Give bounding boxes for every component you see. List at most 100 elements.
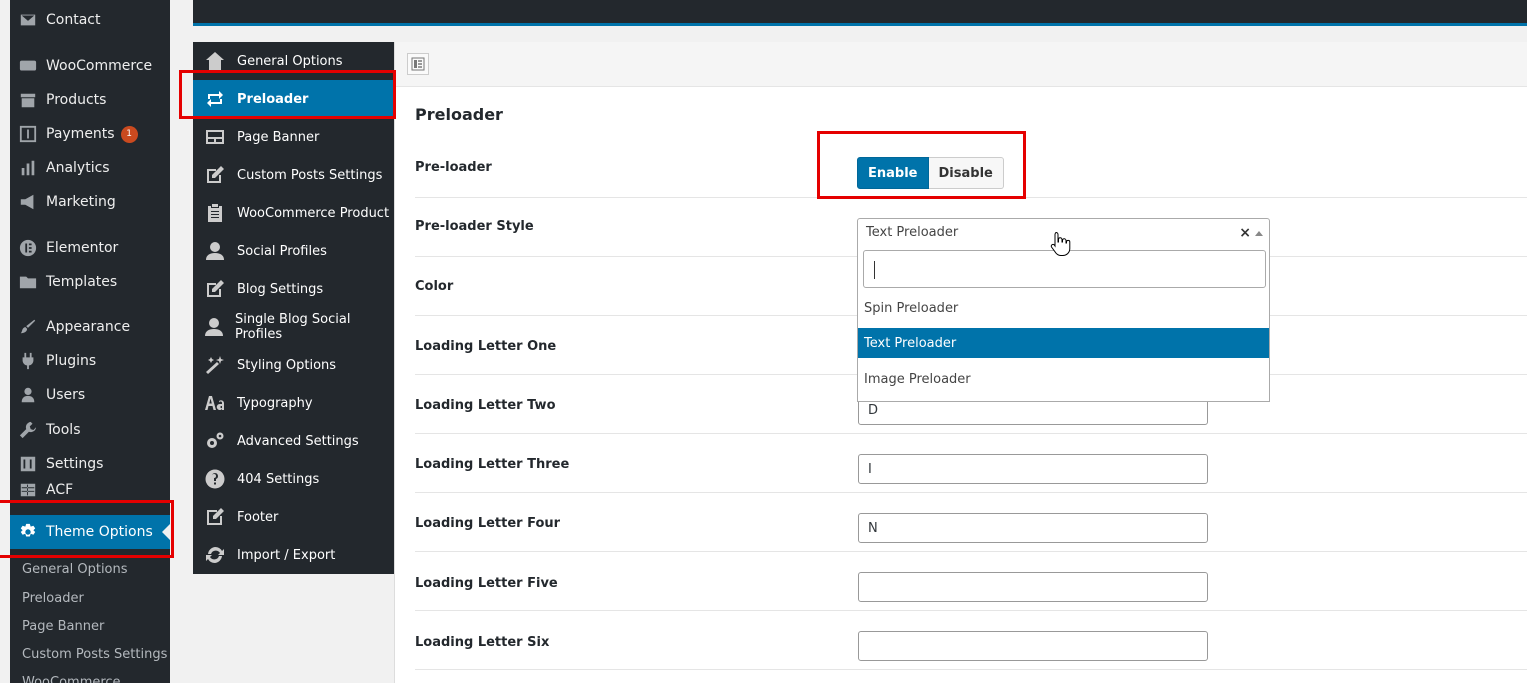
letter-three-input[interactable] <box>858 454 1208 484</box>
opt-nav-general-options[interactable]: General Options <box>193 42 394 80</box>
menu-label: Payments <box>46 126 115 142</box>
menu-label: Analytics <box>46 160 110 176</box>
gear-icon <box>10 523 46 541</box>
menu-item-appearance[interactable]: Appearance <box>10 310 170 344</box>
menu-item-payments[interactable]: Payments 1 <box>10 117 170 151</box>
opt-nav-label: Custom Posts Settings <box>237 167 383 183</box>
clipboard-icon <box>193 203 237 223</box>
layout-icon <box>411 57 425 71</box>
opt-nav-label: Single Blog Social Profiles <box>234 312 351 342</box>
opt-nav-label: Blog Settings <box>237 281 324 297</box>
person-icon <box>193 317 235 337</box>
woo-icon <box>10 57 46 75</box>
opt-nav-import-export[interactable]: Import / Export <box>193 536 394 574</box>
submenu-woocommerce[interactable]: WooCommerce <box>22 675 121 683</box>
letter-six-input[interactable] <box>858 631 1208 661</box>
brush-icon <box>10 318 46 336</box>
menu-item-acf[interactable]: ACF <box>10 480 170 500</box>
opt-nav-custom-posts-settings[interactable]: Custom Posts Settings <box>193 156 394 194</box>
letter-one-label: Loading Letter One <box>415 339 557 354</box>
repeat-icon <box>193 89 237 109</box>
clear-selection-icon[interactable]: × <box>1239 225 1251 241</box>
menu-label: Plugins <box>46 353 97 369</box>
menu-item-users[interactable]: Users <box>10 378 170 412</box>
submenu-custom-posts-settings[interactable]: Custom Posts Settings <box>22 647 167 662</box>
submenu-page-banner[interactable]: Page Banner <box>22 619 104 634</box>
opt-nav-single-blog-social-profiles[interactable]: Single Blog Social Profiles <box>193 308 394 346</box>
opt-nav-label: Import / Export <box>237 547 336 563</box>
admin-sidebar: Contact WooCommerce Products Payments 1 … <box>10 0 170 683</box>
megaphone-icon <box>10 193 46 211</box>
menu-item-elementor[interactable]: Elementor <box>10 231 170 265</box>
opt-nav-preloader[interactable]: Preloader <box>193 80 394 118</box>
letter-four-input[interactable] <box>858 513 1208 543</box>
menu-label: Elementor <box>46 240 119 256</box>
letter-three-label: Loading Letter Three <box>415 457 570 472</box>
banner-icon <box>193 127 237 147</box>
menu-item-marketing[interactable]: Marketing <box>10 185 170 219</box>
menu-item-plugins[interactable]: Plugins <box>10 344 170 378</box>
menu-item-analytics[interactable]: Analytics <box>10 151 170 185</box>
menu-label: Products <box>46 92 107 108</box>
mail-icon <box>10 11 46 29</box>
menu-item-woocommerce[interactable]: WooCommerce <box>10 49 170 83</box>
archive-icon <box>10 91 46 109</box>
submenu-general-options[interactable]: General Options <box>22 562 128 577</box>
menu-item-settings[interactable]: Settings <box>10 447 170 481</box>
edit-square-icon <box>193 507 237 527</box>
bar-chart-icon <box>10 159 46 177</box>
opt-nav-label: General Options <box>237 53 343 69</box>
opt-nav-label: Typography <box>237 395 313 411</box>
selected-value: Text Preloader <box>866 225 959 240</box>
preloader-toggle: Enable Disable <box>857 157 1004 189</box>
submenu-preloader[interactable]: Preloader <box>22 591 84 606</box>
enable-button[interactable]: Enable <box>857 157 929 189</box>
option-text-preloader[interactable]: Text Preloader <box>858 328 1269 358</box>
top-bar <box>193 0 1527 26</box>
menu-item-templates[interactable]: Templates <box>10 265 170 299</box>
menu-item-products[interactable]: Products <box>10 83 170 117</box>
disable-button[interactable]: Disable <box>928 157 1004 189</box>
menu-item-contact[interactable]: Contact <box>10 3 170 37</box>
opt-nav-label: Advanced Settings <box>237 433 359 449</box>
color-label: Color <box>415 279 454 294</box>
opt-nav-blog-settings[interactable]: Blog Settings <box>193 270 394 308</box>
opt-nav-typography[interactable]: Typography <box>193 384 394 422</box>
preloader-style-dropdown: Spin Preloader Text Preloader Image Prel… <box>857 246 1270 402</box>
menu-item-tools[interactable]: Tools <box>10 413 170 447</box>
opt-nav-page-banner[interactable]: Page Banner <box>193 118 394 156</box>
folder-icon <box>10 273 46 291</box>
content-toolbar <box>395 42 1527 87</box>
opt-nav-label: Page Banner <box>237 129 320 145</box>
opt-nav-404-settings[interactable]: 404 Settings <box>193 460 394 498</box>
section-title: Preloader <box>415 105 503 124</box>
opt-nav-social-profiles[interactable]: Social Profiles <box>193 232 394 270</box>
table-icon <box>10 481 46 499</box>
expand-options-button[interactable] <box>407 53 429 75</box>
user-icon <box>10 386 46 404</box>
option-spin-preloader[interactable]: Spin Preloader <box>858 293 1269 323</box>
letter-five-label: Loading Letter Five <box>415 576 558 591</box>
opt-nav-styling-options[interactable]: Styling Options <box>193 346 394 384</box>
opt-nav-label: 404 Settings <box>237 471 320 487</box>
menu-label: Marketing <box>46 194 116 210</box>
notification-badge: 1 <box>120 125 138 143</box>
option-image-preloader[interactable]: Image Preloader <box>858 364 1269 394</box>
opt-nav-label: Styling Options <box>237 357 337 373</box>
letter-five-row: Loading Letter Five <box>415 552 1527 611</box>
typography-icon <box>193 393 237 413</box>
opt-nav-advanced-settings[interactable]: Advanced Settings <box>193 422 394 460</box>
menu-label: Appearance <box>46 319 131 335</box>
person-icon <box>193 241 237 261</box>
menu-item-theme-options[interactable]: Theme Options <box>10 515 170 549</box>
preloader-style-label: Pre-loader Style <box>415 219 534 234</box>
edit-icon <box>193 279 237 299</box>
preloader-label: Pre-loader <box>415 160 492 175</box>
menu-label: Settings <box>46 456 104 472</box>
refresh-icon <box>193 545 237 565</box>
opt-nav-footer[interactable]: Footer <box>193 498 394 536</box>
opt-nav-woocommerce-product[interactable]: WooCommerce Product <box>193 194 394 232</box>
menu-label: Users <box>46 387 86 403</box>
letter-five-input[interactable] <box>858 572 1208 602</box>
letter-four-label: Loading Letter Four <box>415 516 561 531</box>
